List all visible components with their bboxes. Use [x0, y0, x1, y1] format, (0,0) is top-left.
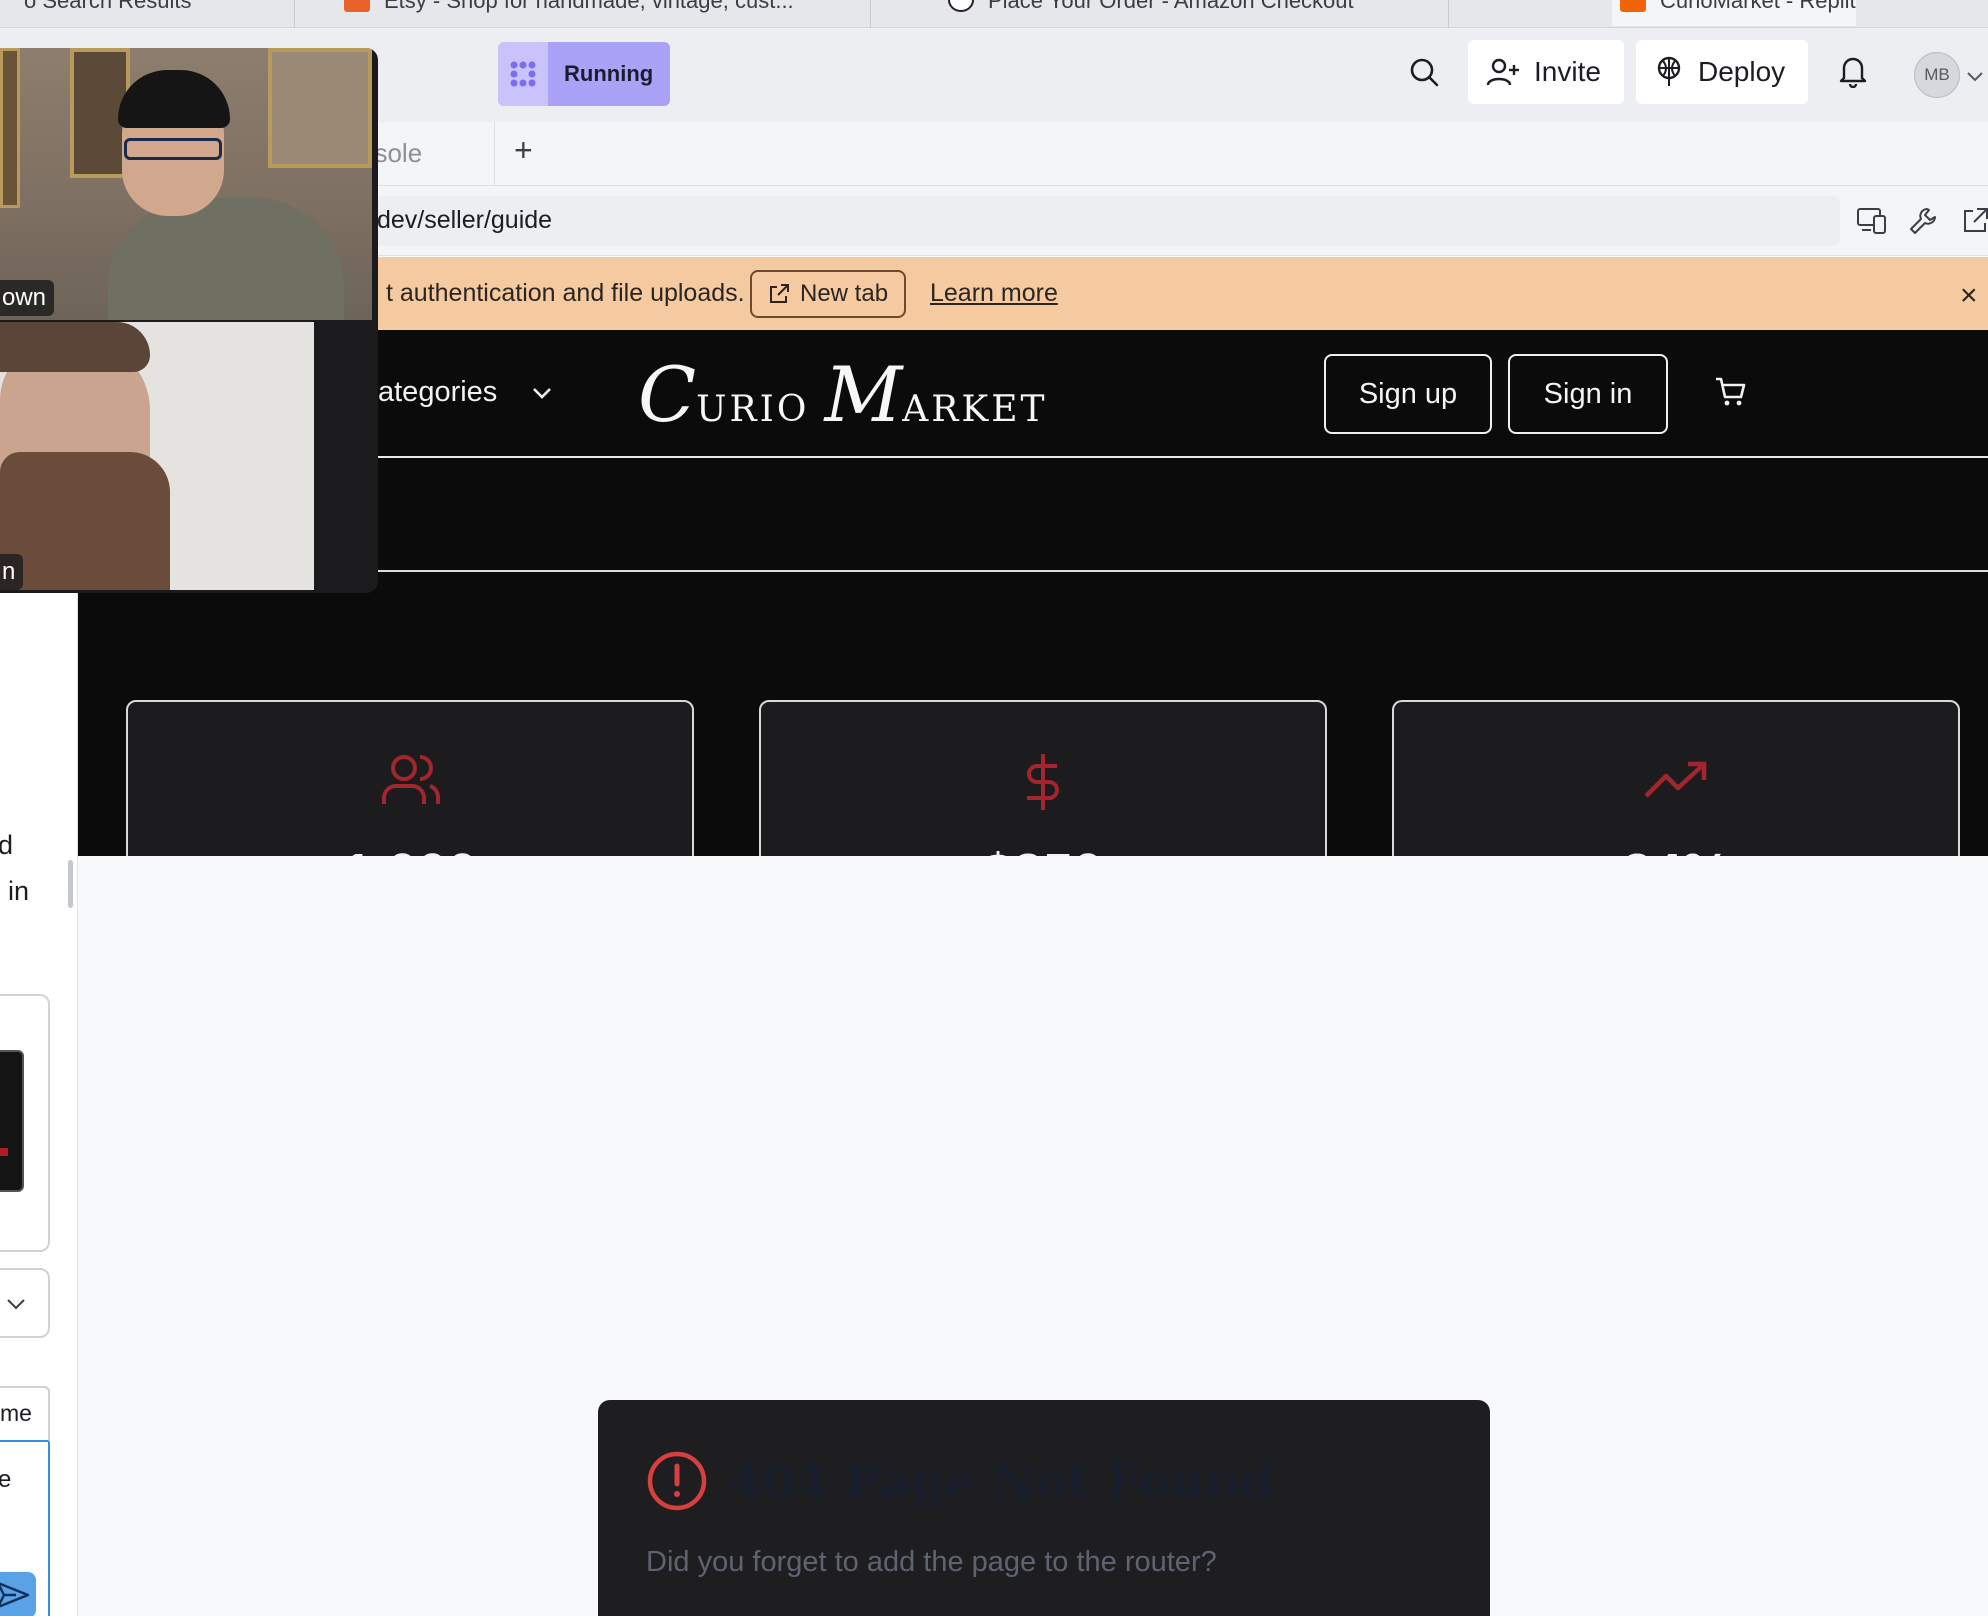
users-icon — [380, 752, 442, 813]
banner-message: t authentication and file uploads. — [386, 279, 745, 307]
video-call-overlay[interactable]: own n — [0, 48, 378, 593]
etsy-icon — [344, 0, 370, 12]
cart-icon[interactable] — [1714, 376, 1748, 413]
chat-text-fragment: d — [0, 830, 13, 861]
screen: o Search Results Etsy - Shop for handmad… — [0, 0, 1988, 1616]
external-link-icon — [770, 284, 789, 303]
logo-word-arket: ARKET — [902, 389, 1048, 430]
chevron-down-icon[interactable] — [1966, 70, 1984, 88]
stat-value: $250 — [761, 842, 1325, 856]
deploy-label: Deploy — [1698, 56, 1786, 87]
stat-value: 1,000 — [128, 842, 692, 856]
chevron-down-icon — [533, 388, 552, 400]
dollar-icon — [1023, 752, 1063, 817]
chat-text-fragment: in — [8, 876, 30, 906]
not-found-title: 404 Page Not Found — [728, 1454, 1274, 1510]
url-path: /dev/seller/guide — [370, 206, 553, 234]
browser-tab-amazon[interactable]: Place Your Order - Amazon Checkout — [940, 0, 1354, 26]
deploy-button[interactable]: Deploy — [1636, 40, 1808, 104]
devices-icon[interactable] — [1856, 206, 1888, 241]
open-external-icon[interactable] — [1960, 206, 1988, 241]
panel-scroll-handle[interactable] — [68, 860, 73, 908]
participant-hat — [118, 70, 230, 128]
chat-input-tab[interactable]: me — [0, 1386, 50, 1442]
add-user-icon — [1486, 58, 1519, 86]
categories-dropdown[interactable]: ategories — [378, 376, 553, 409]
browser-tab-label: o Search Results — [24, 0, 192, 13]
run-status-label: Running — [564, 61, 654, 86]
browser-tab-strip: o Search Results Etsy - Shop for handmad… — [0, 0, 1988, 28]
invite-label: Invite — [1534, 56, 1601, 87]
browser-tab-replit[interactable]: CurioMarket - Replit — [1612, 0, 1856, 26]
logo-letter-c: C — [638, 350, 697, 439]
wall-frame — [268, 48, 372, 168]
tab-divider — [870, 0, 871, 28]
stat-card-growth: 24% — [1392, 700, 1960, 856]
not-found-subtitle: Did you forget to add the page to the ro… — [646, 1546, 1217, 1578]
replit-icon — [1620, 0, 1646, 12]
participant-name-1: own — [0, 280, 55, 316]
participant-beard — [0, 452, 170, 590]
browser-tab-label: Place Your Order - Amazon Checkout — [988, 0, 1354, 13]
participant-video-2: n — [0, 322, 314, 590]
participant-hair — [0, 322, 150, 372]
curiomarket-logo[interactable]: CURIO MARKET — [638, 350, 1048, 439]
sign-up-button[interactable]: Sign up — [1324, 354, 1492, 434]
amazon-icon — [948, 0, 974, 12]
wall-frame — [0, 48, 20, 208]
browser-tab-search-results[interactable]: o Search Results — [16, 0, 192, 26]
thumbnail-accent — [0, 1148, 8, 1156]
model-select[interactable] — [0, 1268, 50, 1338]
notifications-bell-icon[interactable] — [1838, 54, 1868, 93]
run-status-button[interactable]: Running — [498, 42, 670, 106]
screenshot-thumbnail[interactable] — [0, 1050, 24, 1192]
trending-up-icon — [1644, 760, 1708, 805]
participant-glasses — [124, 138, 222, 160]
tab-divider — [294, 0, 295, 28]
send-icon — [0, 1582, 30, 1608]
categories-label: ategories — [378, 376, 498, 408]
close-banner-icon[interactable]: × — [1960, 279, 1978, 313]
tab-divider — [1448, 0, 1449, 28]
participant-name-2: n — [0, 554, 24, 590]
chat-input-text: e — [0, 1466, 12, 1493]
participant-shirt — [108, 198, 344, 320]
search-icon[interactable] — [1408, 56, 1440, 93]
logo-word-urio: URIO — [696, 389, 810, 430]
replit-run-icon — [498, 42, 548, 106]
chat-tab-label: me — [0, 1400, 32, 1426]
alert-circle-icon — [646, 1450, 708, 1517]
invite-button[interactable]: Invite — [1468, 40, 1624, 104]
stat-card-users: 1,000 — [126, 700, 694, 856]
add-tab-button[interactable]: + — [514, 132, 533, 169]
browser-tab-label: Etsy - Shop for handmade, vintage, cust.… — [384, 0, 794, 13]
browser-tab-label: CurioMarket - Replit — [1660, 0, 1856, 13]
participant-video-1: own — [0, 48, 372, 320]
user-avatar[interactable]: MB — [1914, 52, 1960, 98]
browser-tab-etsy[interactable]: Etsy - Shop for handmade, vintage, cust.… — [336, 0, 794, 26]
logo-letter-m: M — [824, 350, 903, 439]
learn-more-link[interactable]: Learn more — [930, 279, 1058, 308]
deploy-icon — [1657, 56, 1681, 86]
devtools-wrench-icon[interactable] — [1908, 206, 1938, 241]
tab-divider — [494, 122, 495, 186]
stat-card-revenue: $250 — [759, 700, 1327, 856]
open-new-tab-button[interactable]: New tab — [750, 270, 906, 318]
send-button[interactable] — [0, 1572, 36, 1616]
sign-in-button[interactable]: Sign in — [1508, 354, 1668, 434]
stat-value: 24% — [1394, 842, 1958, 856]
chevron-down-icon — [7, 1299, 25, 1310]
new-tab-label: New tab — [800, 280, 889, 307]
